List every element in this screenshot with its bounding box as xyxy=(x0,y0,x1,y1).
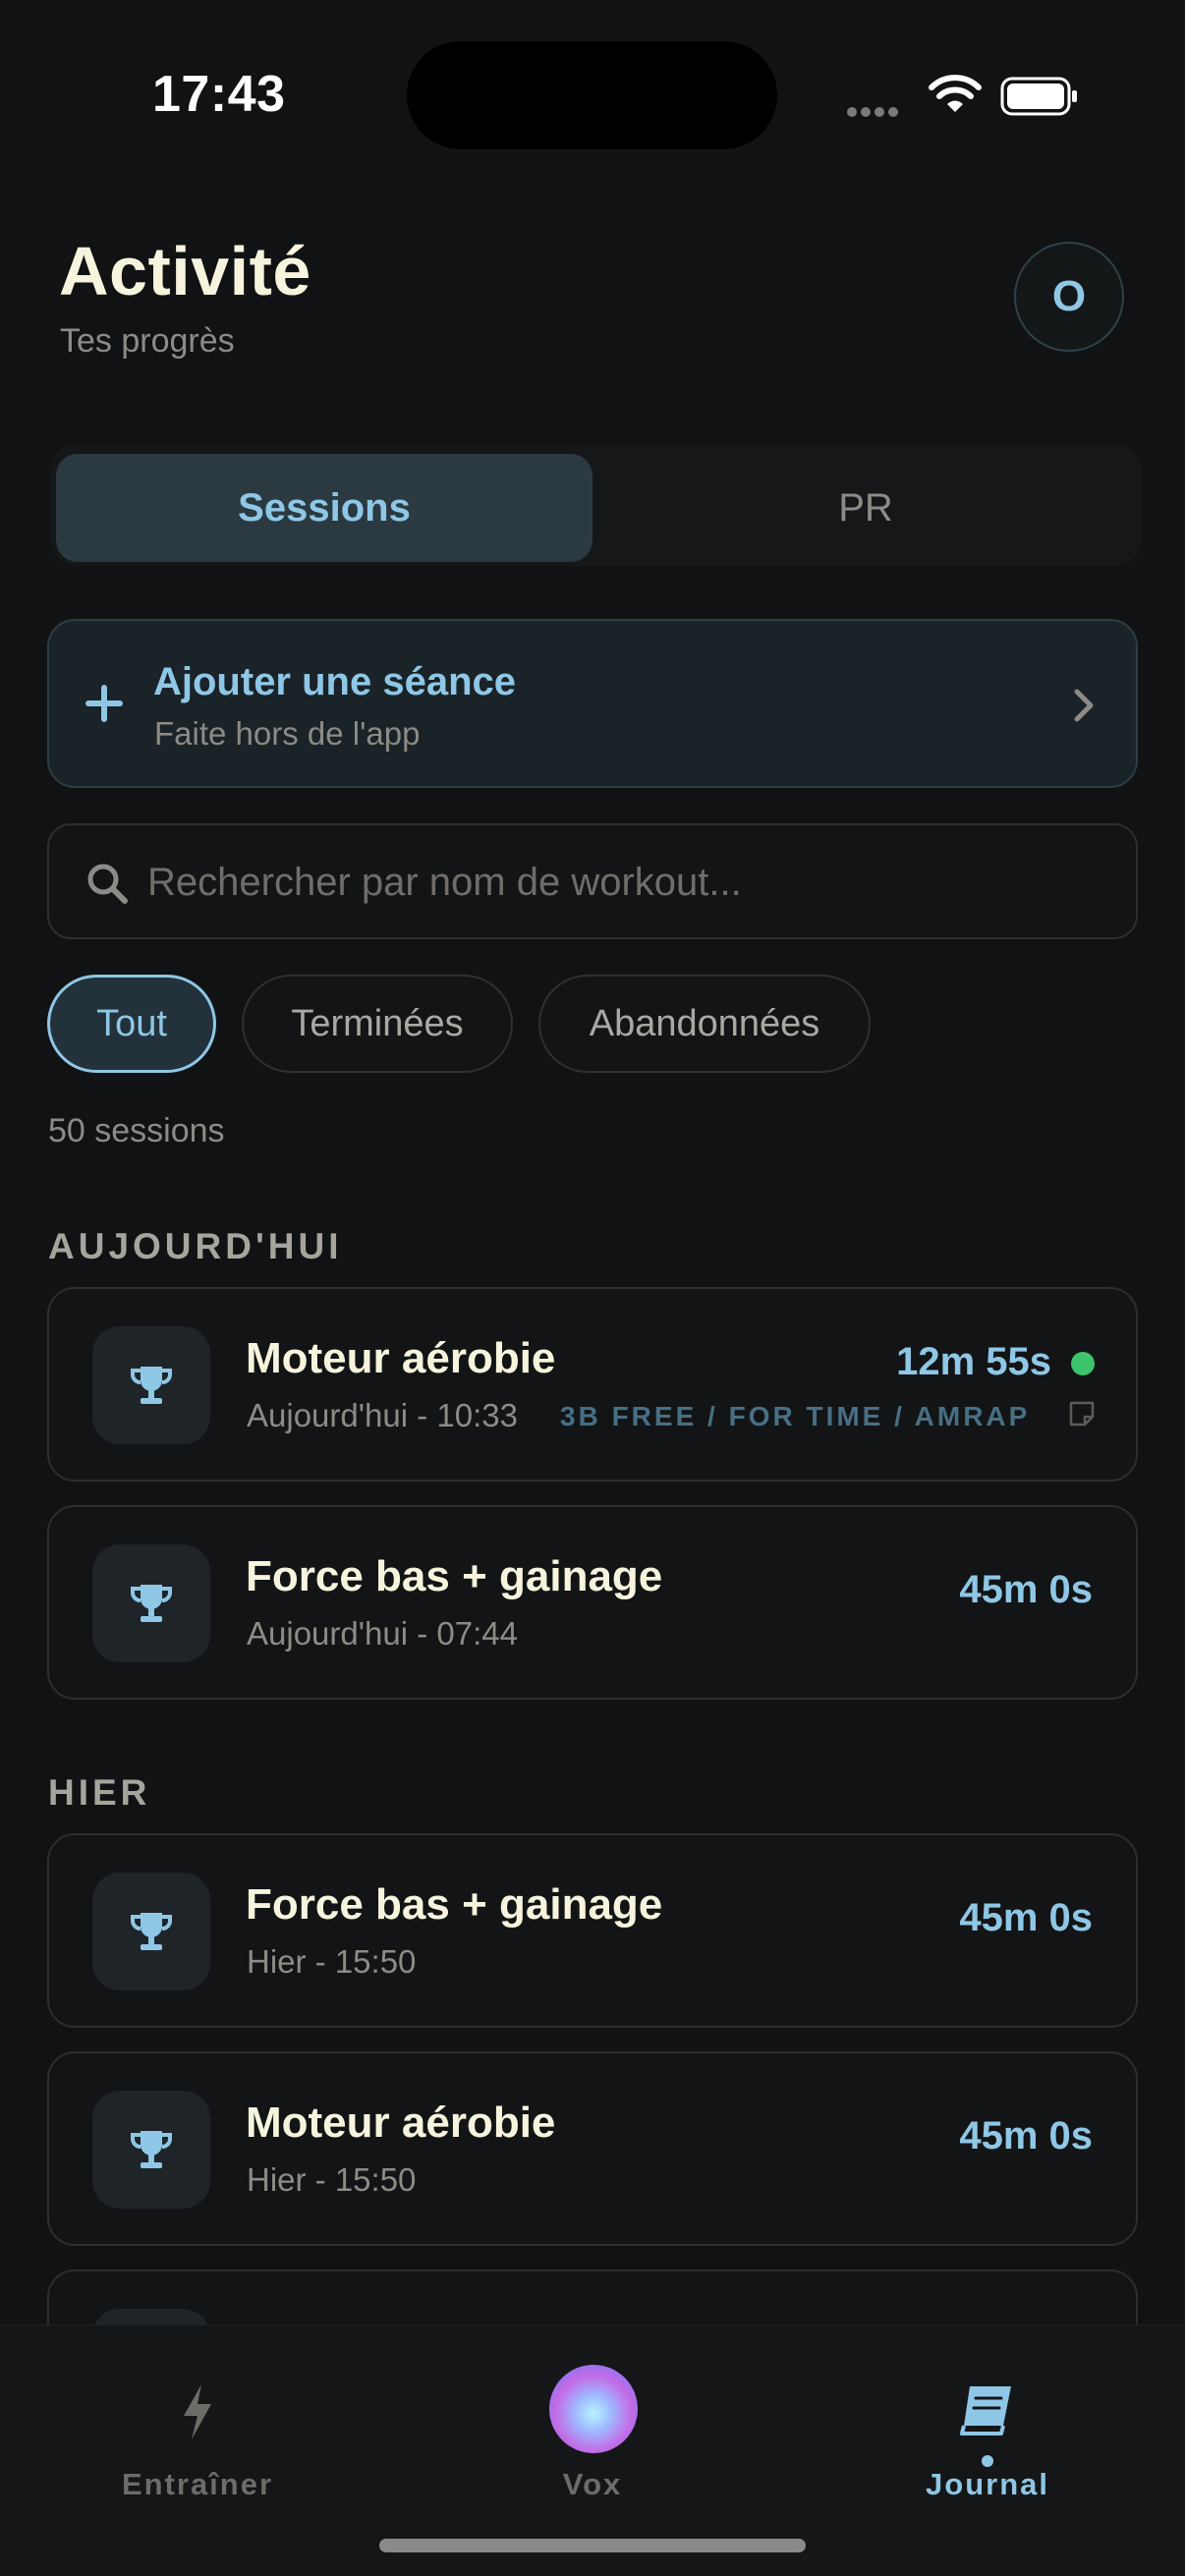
nav-label: Vox xyxy=(562,2467,623,2501)
session-count: 50 sessions xyxy=(48,1112,225,1149)
home-indicator xyxy=(379,2539,806,2552)
nav-label: Journal xyxy=(926,2467,1049,2501)
filter-chip-completed[interactable]: Terminées xyxy=(242,975,513,1073)
nav-item-train[interactable]: Entraîner xyxy=(0,2325,395,2551)
session-name: Force bas + gainage xyxy=(246,1880,663,1929)
tab-sessions[interactable]: Sessions xyxy=(56,454,592,562)
add-session-button[interactable]: Ajouter une séance Faite hors de l'app xyxy=(47,619,1138,788)
filter-chip-all[interactable]: Tout xyxy=(47,975,216,1073)
search-input[interactable] xyxy=(147,847,1110,918)
session-time: Aujourd'hui - 07:44 xyxy=(247,1615,518,1652)
add-session-subtitle: Faite hors de l'app xyxy=(154,715,421,752)
signal-icon xyxy=(847,104,902,122)
session-card[interactable]: Force bas + gainage Aujourd'hui - 07:44 … xyxy=(47,1505,1138,1700)
session-time: Hier - 15:50 xyxy=(247,1943,417,1980)
trophy-icon xyxy=(131,2131,172,2168)
session-icon xyxy=(92,1544,210,1662)
wifi-icon xyxy=(929,75,982,112)
nav-item-vox[interactable]: Vox xyxy=(395,2325,790,2551)
session-icon xyxy=(92,1873,210,1990)
session-tags: 3B FREE / FOR TIME / AMRAP xyxy=(560,1401,1031,1431)
add-session-title: Ajouter une séance xyxy=(153,660,517,703)
nav-item-journal[interactable]: Journal xyxy=(790,2325,1185,2551)
trophy-icon xyxy=(131,1585,172,1622)
session-icon xyxy=(92,1326,210,1444)
session-card[interactable]: Moteur aérobie Hier - 15:50 45m 0s xyxy=(47,2051,1138,2246)
page-subtitle: Tes progrès xyxy=(60,322,235,360)
session-time: Aujourd'hui - 10:33 xyxy=(247,1397,518,1433)
active-indicator xyxy=(982,2455,993,2467)
dynamic-island xyxy=(407,41,777,149)
search-icon xyxy=(87,864,128,904)
trophy-icon xyxy=(131,1367,172,1404)
filter-chip-abandoned[interactable]: Abandonnées xyxy=(538,975,871,1073)
status-dot xyxy=(1071,1352,1095,1375)
nav-label: Entraîner xyxy=(121,2467,274,2501)
session-time: Hier - 15:50 xyxy=(247,2161,417,2198)
trophy-icon xyxy=(131,1913,172,1950)
status-time: 17:43 xyxy=(152,66,286,123)
session-duration: 45m 0s xyxy=(959,2114,1093,2157)
note-icon xyxy=(1069,1401,1095,1427)
session-name: Moteur aérobie xyxy=(246,2099,556,2147)
battery-icon xyxy=(1000,77,1077,116)
session-duration: 12m 55s xyxy=(896,1340,1051,1383)
avatar[interactable]: O xyxy=(1014,242,1124,352)
book-icon xyxy=(960,2386,1011,2436)
section-label-yesterday: HIER xyxy=(48,1772,151,1813)
session-name: Force bas + gainage xyxy=(246,1552,663,1600)
segmented-control: Sessions PR xyxy=(51,444,1142,566)
search-box xyxy=(47,823,1138,939)
session-icon xyxy=(92,2091,210,2209)
page-title: Activité xyxy=(59,233,311,309)
session-duration: 45m 0s xyxy=(959,1896,1093,1939)
bolt-icon xyxy=(184,2384,211,2439)
vox-orb-icon xyxy=(549,2365,638,2453)
session-name: Moteur aérobie xyxy=(246,1334,556,1382)
tab-pr[interactable]: PR xyxy=(597,454,1134,562)
chevron-right-icon xyxy=(1074,689,1094,722)
plus-icon xyxy=(85,685,123,722)
session-card[interactable]: Force bas + gainage Hier - 15:50 45m 0s xyxy=(47,1833,1138,2028)
section-label-today: AUJOURD'HUI xyxy=(48,1226,343,1266)
status-bar: 17:43 xyxy=(0,0,1185,187)
session-duration: 45m 0s xyxy=(959,1568,1093,1611)
status-icons xyxy=(847,73,1083,118)
session-card[interactable]: Moteur aérobie Aujourd'hui - 10:33 3B FR… xyxy=(47,1287,1138,1482)
